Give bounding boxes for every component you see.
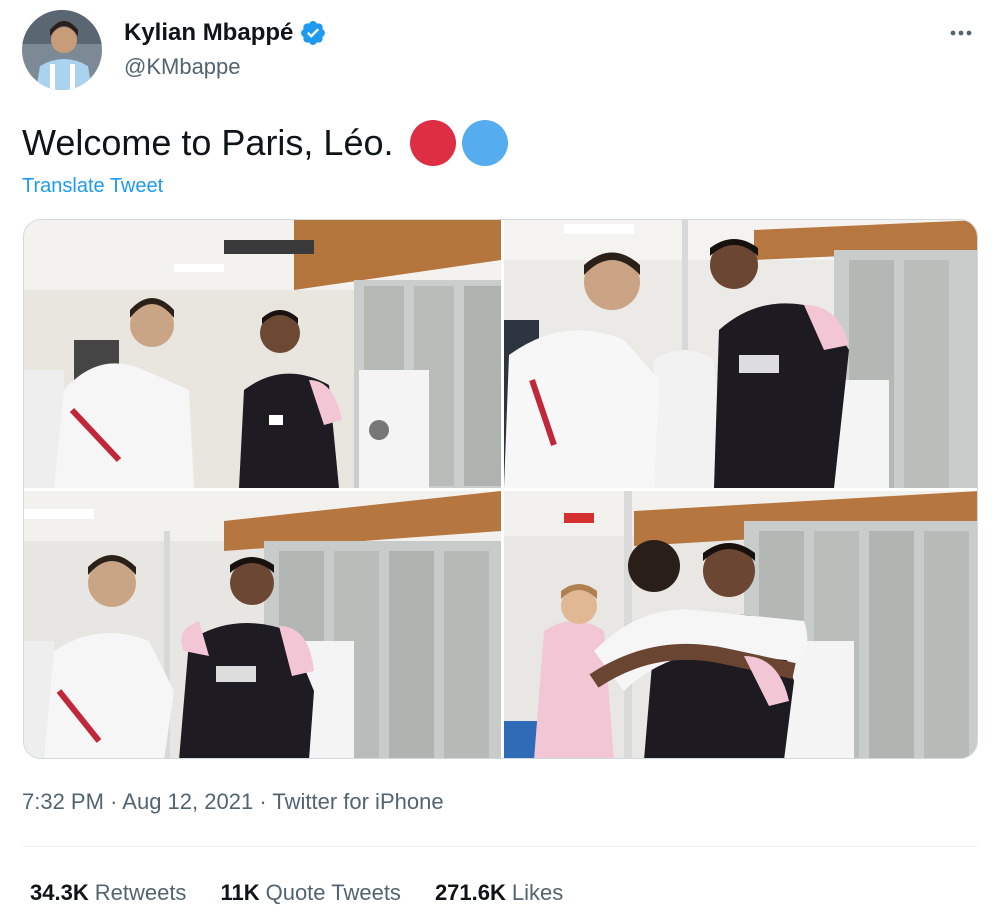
photo-1[interactable] bbox=[24, 220, 501, 488]
media-grid bbox=[23, 219, 978, 759]
tweet-text-content: Welcome to Paris, Léo. bbox=[22, 122, 394, 163]
translate-tweet-link[interactable]: Translate Tweet bbox=[22, 172, 163, 200]
retweets-count: 34.3K bbox=[30, 880, 89, 905]
avatar-image bbox=[22, 10, 102, 90]
divider bbox=[22, 846, 978, 847]
author-name[interactable]: Kylian Mbappé bbox=[124, 18, 327, 48]
meta-separator: · bbox=[259, 789, 273, 814]
engagement-stats: 34.3K Retweets 11K Quote Tweets 271.6K Like… bbox=[30, 878, 563, 908]
likes-count: 271.6K bbox=[434, 880, 506, 905]
tweet-source-link[interactable]: Twitter for iPhone bbox=[272, 789, 443, 814]
photo-3[interactable] bbox=[24, 491, 501, 758]
meta-separator: · bbox=[110, 789, 123, 814]
verified-badge-icon bbox=[301, 21, 326, 45]
likes-label: Likes bbox=[511, 880, 564, 905]
tweet-meta: 7:32 PM · Aug 12, 2021 · Twitter for iPh… bbox=[22, 787, 444, 817]
more-options-icon[interactable] bbox=[946, 18, 976, 48]
photo-4-image bbox=[504, 491, 977, 758]
author-name-text: Kylian Mbappé bbox=[124, 19, 294, 46]
tweet-time[interactable]: 7:32 PM bbox=[22, 789, 104, 814]
retweets-label: Retweets bbox=[94, 880, 187, 905]
quote-tweets-stat[interactable]: 11K Quote Tweets bbox=[220, 878, 401, 908]
quotes-label: Quote Tweets bbox=[265, 880, 401, 905]
likes-stat[interactable]: 271.6K Likes bbox=[435, 878, 563, 908]
photo-2[interactable] bbox=[504, 220, 977, 488]
photo-3-image bbox=[24, 491, 501, 758]
red-circle-emoji-icon bbox=[409, 120, 456, 166]
retweets-stat[interactable]: 34.3K Retweets bbox=[30, 878, 186, 908]
photo-1-image bbox=[24, 220, 501, 488]
blue-circle-emoji-icon bbox=[461, 120, 508, 166]
tweet-text: Welcome to Paris, Léo. bbox=[22, 118, 508, 168]
author-handle[interactable]: @KMbappe bbox=[124, 52, 241, 82]
quotes-count: 11K bbox=[220, 880, 260, 905]
photo-2-image bbox=[504, 220, 977, 488]
tweet-date[interactable]: Aug 12, 2021 bbox=[122, 789, 253, 814]
avatar[interactable] bbox=[22, 10, 102, 90]
photo-4[interactable] bbox=[504, 491, 977, 758]
